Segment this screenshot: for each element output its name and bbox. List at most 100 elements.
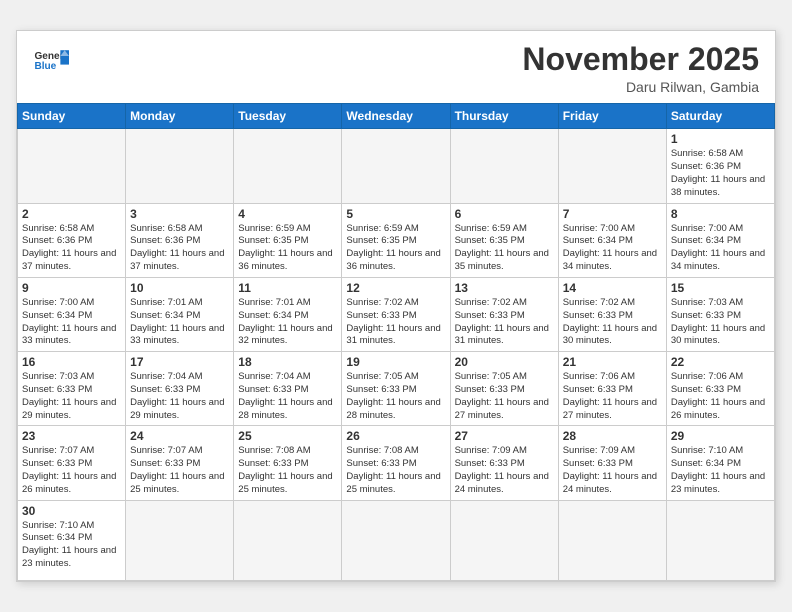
location-subtitle: Daru Rilwan, Gambia: [522, 79, 759, 95]
calendar-header: General Blue November 2025 Daru Rilwan, …: [17, 31, 775, 103]
day-number: 10: [130, 281, 229, 295]
day-info: Sunrise: 7:00 AM Sunset: 6:34 PM Dayligh…: [671, 223, 770, 274]
day-info: Sunrise: 7:04 AM Sunset: 6:33 PM Dayligh…: [238, 371, 337, 422]
calendar-cell: [18, 129, 126, 203]
day-info: Sunrise: 7:00 AM Sunset: 6:34 PM Dayligh…: [22, 297, 121, 348]
day-info: Sunrise: 7:05 AM Sunset: 6:33 PM Dayligh…: [346, 371, 445, 422]
day-info: Sunrise: 7:06 AM Sunset: 6:33 PM Dayligh…: [671, 371, 770, 422]
day-info: Sunrise: 7:07 AM Sunset: 6:33 PM Dayligh…: [22, 445, 121, 496]
calendar-cell: 5Sunrise: 6:59 AM Sunset: 6:35 PM Daylig…: [342, 203, 450, 277]
week-row-5: 30Sunrise: 7:10 AM Sunset: 6:34 PM Dayli…: [18, 500, 775, 580]
day-number: 4: [238, 207, 337, 221]
day-info: Sunrise: 7:09 AM Sunset: 6:33 PM Dayligh…: [455, 445, 554, 496]
calendar-cell: 25 Sunrise: 7:08 AM Sunset: 6:33 PM Dayli…: [234, 426, 342, 500]
calendar-cell: 22 Sunrise: 7:06 AM Sunset: 6:33 PM Dayli…: [666, 352, 774, 426]
calendar-cell: 10 Sunrise: 7:01 AM Sunset: 6:34 PM Dayli…: [126, 277, 234, 351]
weekday-header-saturday: Saturday: [666, 104, 774, 129]
day-info: Sunrise: 6:59 AM Sunset: 6:35 PM Dayligh…: [346, 223, 445, 274]
calendar-cell: 23Sunrise: 7:07 AM Sunset: 6:33 PM Dayli…: [18, 426, 126, 500]
day-info: Sunrise: 7:06 AM Sunset: 6:33 PM Dayligh…: [563, 371, 662, 422]
weekday-header-row: SundayMondayTuesdayWednesdayThursdayFrid…: [18, 104, 775, 129]
day-info: Sunrise: 7:05 AM Sunset: 6:33 PM Dayligh…: [455, 371, 554, 422]
weekday-header-tuesday: Tuesday: [234, 104, 342, 129]
day-number: 30: [22, 504, 121, 518]
calendar-cell: [558, 129, 666, 203]
week-row-3: 16 Sunrise: 7:03 AM Sunset: 6:33 PM Dayli…: [18, 352, 775, 426]
day-number: 21: [563, 355, 662, 369]
weekday-header-thursday: Thursday: [450, 104, 558, 129]
calendar-cell: [342, 500, 450, 580]
day-info: Sunrise: 7:04 AM Sunset: 6:33 PM Dayligh…: [130, 371, 229, 422]
day-info: Sunrise: 7:09 AM Sunset: 6:33 PM Dayligh…: [563, 445, 662, 496]
day-info: Sunrise: 7:02 AM Sunset: 6:33 PM Dayligh…: [346, 297, 445, 348]
calendar-cell: [450, 129, 558, 203]
calendar-cell: 7 Sunrise: 7:00 AM Sunset: 6:34 PM Daylig…: [558, 203, 666, 277]
weekday-header-friday: Friday: [558, 104, 666, 129]
day-info: Sunrise: 7:08 AM Sunset: 6:33 PM Dayligh…: [346, 445, 445, 496]
calendar-cell: 17 Sunrise: 7:04 AM Sunset: 6:33 PM Dayli…: [126, 352, 234, 426]
day-number: 3: [130, 207, 229, 221]
calendar-cell: 18 Sunrise: 7:04 AM Sunset: 6:33 PM Dayli…: [234, 352, 342, 426]
calendar-cell: [126, 500, 234, 580]
calendar-cell: 14Sunrise: 7:02 AM Sunset: 6:33 PM Dayli…: [558, 277, 666, 351]
day-number: 24: [130, 429, 229, 443]
calendar-cell: 9 Sunrise: 7:00 AM Sunset: 6:34 PM Daylig…: [18, 277, 126, 351]
day-info: Sunrise: 7:03 AM Sunset: 6:33 PM Dayligh…: [22, 371, 121, 422]
calendar-cell: 2Sunrise: 6:58 AM Sunset: 6:36 PM Daylig…: [18, 203, 126, 277]
calendar-cell: 1 Sunrise: 6:58 AM Sunset: 6:36 PM Daylig…: [666, 129, 774, 203]
day-number: 9: [22, 281, 121, 295]
title-block: November 2025 Daru Rilwan, Gambia: [522, 43, 759, 95]
day-number: 26: [346, 429, 445, 443]
logo-icon: General Blue: [33, 43, 69, 79]
day-number: 1: [671, 132, 770, 146]
calendar-cell: 8 Sunrise: 7:00 AM Sunset: 6:34 PM Daylig…: [666, 203, 774, 277]
day-number: 7: [563, 207, 662, 221]
day-number: 11: [238, 281, 337, 295]
day-number: 28: [563, 429, 662, 443]
day-info: Sunrise: 6:58 AM Sunset: 6:36 PM Dayligh…: [671, 148, 770, 199]
week-row-2: 9 Sunrise: 7:00 AM Sunset: 6:34 PM Daylig…: [18, 277, 775, 351]
day-number: 19: [346, 355, 445, 369]
day-info: Sunrise: 6:59 AM Sunset: 6:35 PM Dayligh…: [238, 223, 337, 274]
calendar-cell: 15Sunrise: 7:03 AM Sunset: 6:33 PM Dayli…: [666, 277, 774, 351]
day-number: 22: [671, 355, 770, 369]
day-info: Sunrise: 7:10 AM Sunset: 6:34 PM Dayligh…: [671, 445, 770, 496]
day-info: Sunrise: 7:08 AM Sunset: 6:33 PM Dayligh…: [238, 445, 337, 496]
day-info: Sunrise: 6:59 AM Sunset: 6:35 PM Dayligh…: [455, 223, 554, 274]
day-info: Sunrise: 7:02 AM Sunset: 6:33 PM Dayligh…: [563, 297, 662, 348]
calendar-cell: [342, 129, 450, 203]
calendar-cell: 3Sunrise: 6:58 AM Sunset: 6:36 PM Daylig…: [126, 203, 234, 277]
calendar-cell: 16 Sunrise: 7:03 AM Sunset: 6:33 PM Dayli…: [18, 352, 126, 426]
calendar-cell: 6 Sunrise: 6:59 AM Sunset: 6:35 PM Daylig…: [450, 203, 558, 277]
week-row-4: 23Sunrise: 7:07 AM Sunset: 6:33 PM Dayli…: [18, 426, 775, 500]
day-number: 15: [671, 281, 770, 295]
day-info: Sunrise: 7:02 AM Sunset: 6:33 PM Dayligh…: [455, 297, 554, 348]
calendar-cell: 24 Sunrise: 7:07 AM Sunset: 6:33 PM Dayli…: [126, 426, 234, 500]
day-number: 12: [346, 281, 445, 295]
day-info: Sunrise: 7:00 AM Sunset: 6:34 PM Dayligh…: [563, 223, 662, 274]
calendar-cell: [234, 129, 342, 203]
day-info: Sunrise: 7:01 AM Sunset: 6:34 PM Dayligh…: [238, 297, 337, 348]
day-number: 6: [455, 207, 554, 221]
calendar-table: SundayMondayTuesdayWednesdayThursdayFrid…: [17, 103, 775, 580]
week-row-1: 2Sunrise: 6:58 AM Sunset: 6:36 PM Daylig…: [18, 203, 775, 277]
week-row-0: 1 Sunrise: 6:58 AM Sunset: 6:36 PM Daylig…: [18, 129, 775, 203]
calendar-cell: 20Sunrise: 7:05 AM Sunset: 6:33 PM Dayli…: [450, 352, 558, 426]
calendar-cell: 13 Sunrise: 7:02 AM Sunset: 6:33 PM Dayli…: [450, 277, 558, 351]
day-number: 16: [22, 355, 121, 369]
day-number: 27: [455, 429, 554, 443]
calendar-cell: 29Sunrise: 7:10 AM Sunset: 6:34 PM Dayli…: [666, 426, 774, 500]
weekday-header-wednesday: Wednesday: [342, 104, 450, 129]
calendar-cell: 19 Sunrise: 7:05 AM Sunset: 6:33 PM Dayli…: [342, 352, 450, 426]
calendar-cell: [126, 129, 234, 203]
day-number: 17: [130, 355, 229, 369]
day-number: 18: [238, 355, 337, 369]
month-title: November 2025: [522, 43, 759, 75]
day-info: Sunrise: 7:01 AM Sunset: 6:34 PM Dayligh…: [130, 297, 229, 348]
calendar-cell: 27 Sunrise: 7:09 AM Sunset: 6:33 PM Dayli…: [450, 426, 558, 500]
day-number: 25: [238, 429, 337, 443]
day-number: 13: [455, 281, 554, 295]
day-info: Sunrise: 7:07 AM Sunset: 6:33 PM Dayligh…: [130, 445, 229, 496]
calendar-cell: 30Sunrise: 7:10 AM Sunset: 6:34 PM Dayli…: [18, 500, 126, 580]
day-number: 8: [671, 207, 770, 221]
